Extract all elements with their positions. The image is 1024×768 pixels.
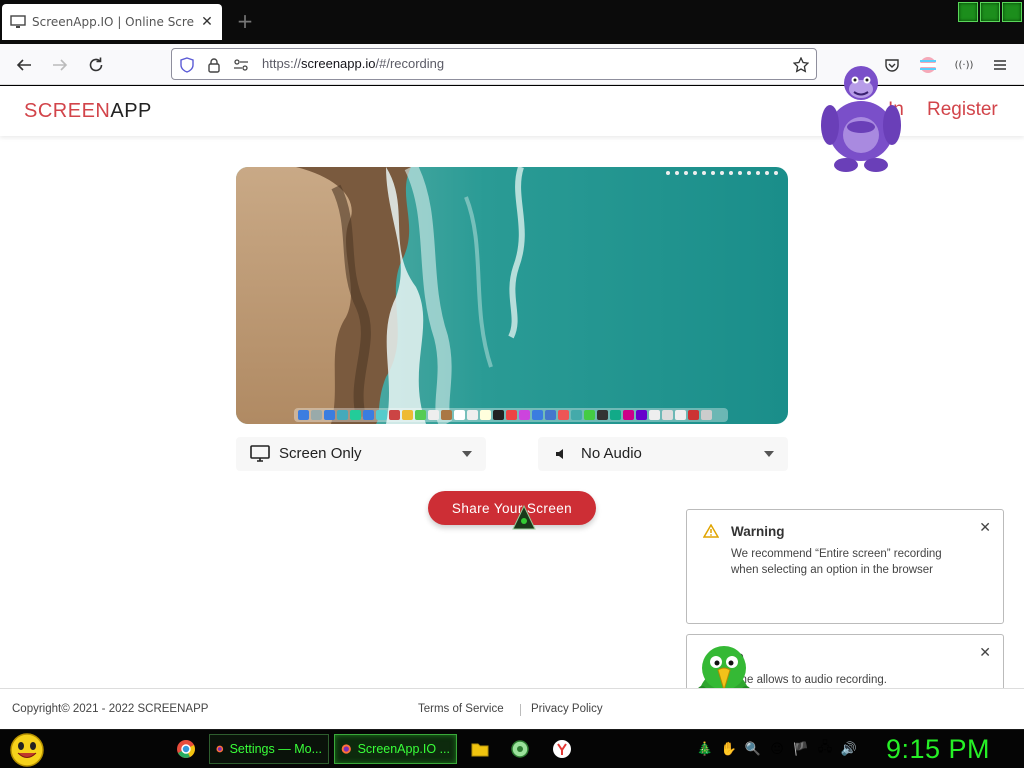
beach-wallpaper bbox=[236, 167, 788, 424]
window-controls[interactable] bbox=[958, 2, 1022, 22]
arrow-right-icon bbox=[53, 59, 68, 71]
smiley-tray-icon[interactable]: 😐 bbox=[768, 740, 786, 758]
maximize-button[interactable] bbox=[980, 2, 1000, 22]
terms-link[interactable]: Terms of Service bbox=[418, 703, 504, 715]
screen: ScreenApp.IO | Online Screen R ✕ + bbox=[0, 0, 1024, 768]
audio-source-value: No Audio bbox=[581, 445, 642, 462]
tree-cursor-icon bbox=[512, 505, 536, 530]
firefox-icon bbox=[341, 744, 351, 754]
tab-title: ScreenApp.IO | Online Screen R bbox=[32, 15, 194, 29]
permissions-icon[interactable] bbox=[232, 56, 250, 74]
window-close-button[interactable] bbox=[1002, 2, 1022, 22]
browser-tab-bar: ScreenApp.IO | Online Screen R ✕ + bbox=[0, 0, 1024, 44]
lock-icon[interactable] bbox=[205, 56, 223, 74]
folder-icon[interactable] bbox=[470, 739, 490, 759]
close-tab-icon[interactable]: ✕ bbox=[200, 14, 214, 30]
menubar-status-icons bbox=[666, 171, 778, 175]
menu-button[interactable] bbox=[988, 53, 1012, 77]
taskbar-task-label: Settings — Mo... bbox=[229, 742, 322, 756]
search-tray-icon[interactable]: 🔍 bbox=[744, 740, 762, 758]
address-bar[interactable]: https://screenapp.io/#/recording bbox=[171, 48, 817, 80]
taskbar-task-screenapp[interactable]: ScreenApp.IO ... bbox=[334, 734, 457, 764]
screen-preview-image bbox=[236, 167, 788, 424]
taskbar-task-label: ScreenApp.IO ... bbox=[357, 742, 450, 756]
flag-tray-icon[interactable]: 🏴 bbox=[792, 740, 810, 758]
smiley-start-button[interactable] bbox=[8, 732, 46, 768]
warning-icon bbox=[703, 524, 719, 538]
video-source-value: Screen Only bbox=[279, 445, 362, 462]
copyright-text: Copyright© 2021 - 2022 SCREENAPP bbox=[12, 703, 209, 715]
bookmark-star-icon[interactable] bbox=[792, 56, 810, 74]
site-footer: Copyright© 2021 - 2022 SCREENAPP Terms o… bbox=[0, 688, 1024, 729]
purple-gorilla-mascot bbox=[821, 66, 901, 172]
extension-button[interactable]: ((·)) bbox=[952, 53, 976, 77]
forward-button[interactable] bbox=[48, 53, 72, 77]
new-tab-button[interactable]: + bbox=[236, 10, 254, 32]
back-button[interactable] bbox=[12, 53, 36, 77]
shield-icon[interactable] bbox=[178, 56, 196, 74]
account-button[interactable] bbox=[916, 53, 940, 77]
taskbar: Settings — Mo... ScreenApp.IO ... 🎄 ✋ 🔍 … bbox=[0, 729, 1024, 768]
monitor-icon bbox=[10, 15, 26, 28]
monitor-icon bbox=[250, 445, 270, 462]
video-source-select[interactable]: Screen Only bbox=[236, 437, 486, 471]
close-icon[interactable]: ✕ bbox=[979, 520, 991, 536]
register-link[interactable]: Register bbox=[927, 99, 998, 121]
taskbar-task-settings[interactable]: Settings — Mo... bbox=[209, 734, 329, 764]
preview-dock bbox=[294, 408, 728, 422]
warning-message: We recommend “Entire screen” recording w… bbox=[731, 548, 942, 576]
audio-source-select[interactable]: No Audio bbox=[538, 437, 788, 471]
account-avatar-icon bbox=[920, 57, 936, 73]
firefox-icon bbox=[216, 745, 224, 753]
yandex-browser-icon[interactable] bbox=[552, 739, 572, 759]
privacy-link[interactable]: Privacy Policy bbox=[531, 703, 603, 715]
chevron-down-icon bbox=[764, 451, 774, 457]
reload-button[interactable] bbox=[84, 53, 108, 77]
close-icon[interactable]: ✕ bbox=[979, 645, 991, 661]
broadcast-icon: ((·)) bbox=[954, 59, 974, 71]
warning-toast: Warning We recommend “Entire screen” rec… bbox=[686, 509, 1004, 624]
arrow-left-icon bbox=[16, 59, 31, 71]
hand-tray-icon[interactable]: ✋ bbox=[720, 740, 738, 758]
media-player-icon[interactable] bbox=[510, 739, 530, 759]
footer-divider bbox=[520, 704, 521, 716]
reload-icon bbox=[89, 57, 103, 72]
web-page: SCREENAPP In Register bbox=[0, 66, 1024, 730]
network-tray-icon[interactable]: 🖧 bbox=[816, 740, 834, 758]
volume-tray-icon[interactable]: 🔊 bbox=[840, 740, 858, 758]
site-logo[interactable]: SCREENAPP bbox=[24, 100, 152, 123]
minimize-button[interactable] bbox=[958, 2, 978, 22]
url-text[interactable]: https://screenapp.io/#/recording bbox=[262, 56, 444, 71]
hamburger-icon bbox=[994, 60, 1006, 70]
taskbar-clock[interactable]: 9:15 PM bbox=[886, 734, 990, 765]
browser-tab[interactable]: ScreenApp.IO | Online Screen R ✕ bbox=[2, 4, 222, 40]
warning-title: Warning bbox=[731, 524, 785, 539]
chevron-down-icon bbox=[462, 451, 472, 457]
chrome-icon[interactable] bbox=[176, 739, 196, 759]
speaker-icon bbox=[556, 449, 563, 459]
tree-tray-icon[interactable]: 🎄 bbox=[696, 740, 714, 758]
